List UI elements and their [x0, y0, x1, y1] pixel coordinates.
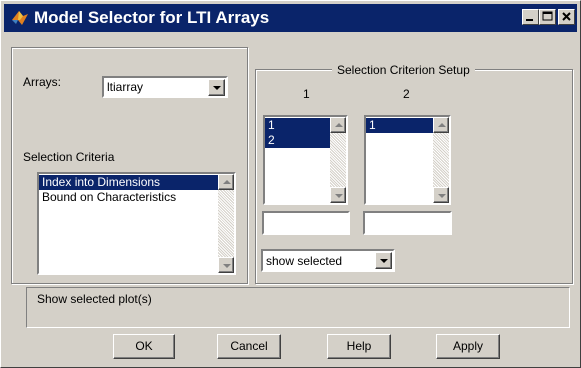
column-2-header: 2	[403, 87, 410, 101]
window-title: Model Selector for LTI Arrays	[34, 8, 270, 27]
cancel-button-label: Cancel	[230, 339, 268, 353]
scrollbar[interactable]	[433, 117, 449, 203]
scroll-down-button[interactable]	[218, 257, 234, 273]
arrow-down-icon	[438, 194, 446, 198]
index-list-1[interactable]: 1 2	[263, 115, 348, 205]
close-button[interactable]	[558, 9, 575, 25]
dialog-window: Model Selector for LTI Arrays Arrays: lt…	[0, 0, 581, 368]
selection-criteria-list[interactable]: Index into Dimensions Bound on Character…	[37, 172, 236, 275]
list-item[interactable]: Index into Dimensions	[39, 175, 218, 190]
list-item[interactable]: Bound on Characteristics	[39, 190, 218, 205]
maximize-icon	[542, 11, 553, 21]
arrow-up-icon	[223, 180, 231, 184]
arrow-down-icon	[335, 194, 343, 198]
scroll-up-button[interactable]	[330, 117, 346, 133]
scrollbar[interactable]	[330, 117, 346, 203]
apply-button-label: Apply	[452, 339, 484, 353]
arrow-up-icon	[335, 123, 343, 127]
chevron-down-icon	[213, 86, 221, 90]
ok-button[interactable]: OK	[113, 334, 175, 359]
index-field-1[interactable]	[262, 211, 350, 235]
title-bar[interactable]: Model Selector for LTI Arrays	[4, 4, 577, 32]
column-1-header: 1	[303, 87, 310, 101]
arrow-up-icon	[438, 123, 446, 127]
minimize-icon	[526, 19, 533, 21]
minimize-button[interactable]	[522, 9, 539, 25]
arrays-dropdown-button[interactable]	[208, 79, 225, 96]
scroll-up-button[interactable]	[433, 117, 449, 133]
list-item[interactable]: 1	[265, 118, 330, 133]
apply-button[interactable]: Apply	[436, 334, 500, 359]
ok-button-label: OK	[135, 339, 153, 353]
help-button-label: Help	[346, 339, 372, 353]
matlab-logo-icon	[12, 11, 28, 25]
selection-criteria-label: Selection Criteria	[23, 150, 115, 164]
scroll-down-button[interactable]	[330, 187, 346, 203]
arrays-label: Arrays:	[23, 75, 62, 89]
maximize-button[interactable]	[539, 9, 556, 25]
chevron-down-icon	[380, 259, 388, 263]
arrays-dropdown[interactable]: ltiarray	[102, 76, 228, 98]
status-text: Show selected plot(s)	[37, 292, 152, 306]
show-dropdown[interactable]: show selected	[261, 249, 395, 272]
setup-title: Selection Criterion Setup	[332, 63, 475, 77]
help-button[interactable]: Help	[327, 334, 391, 359]
scrollbar[interactable]	[218, 174, 234, 273]
arrow-down-icon	[223, 264, 231, 268]
list-item[interactable]: 1	[366, 118, 433, 133]
arrays-dropdown-value: ltiarray	[107, 80, 144, 94]
list-item[interactable]: 2	[265, 133, 330, 148]
close-icon	[562, 12, 571, 21]
scroll-up-button[interactable]	[218, 174, 234, 190]
scroll-down-button[interactable]	[433, 187, 449, 203]
status-box: Show selected plot(s)	[26, 287, 570, 328]
show-dropdown-button[interactable]	[375, 252, 392, 269]
show-dropdown-value: show selected	[266, 254, 343, 268]
index-field-2[interactable]	[363, 211, 452, 235]
index-list-2[interactable]: 1	[364, 115, 451, 205]
cancel-button[interactable]: Cancel	[217, 334, 281, 359]
